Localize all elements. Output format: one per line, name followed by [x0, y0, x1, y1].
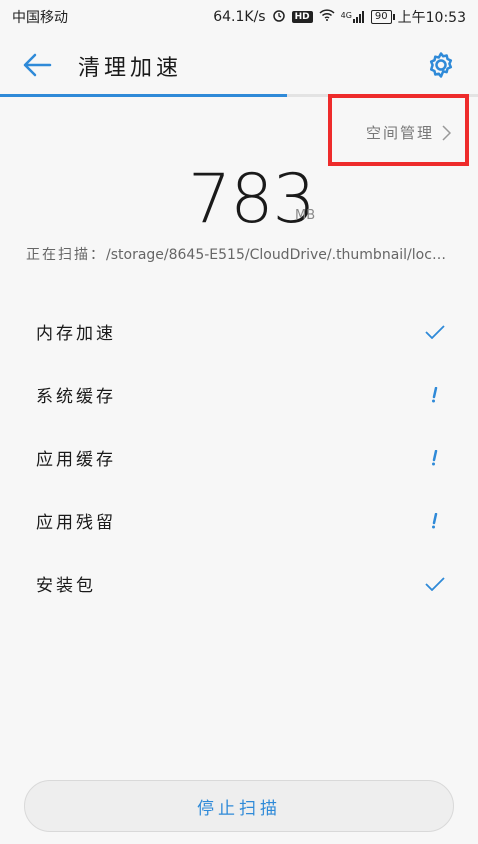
size-value: 783: [188, 160, 316, 239]
space-management-link[interactable]: 空间管理: [366, 122, 452, 143]
chevron-right-icon: [442, 124, 452, 141]
back-arrow-icon: [23, 53, 52, 77]
size-unit: MB: [295, 208, 316, 223]
list-item[interactable]: 应用缓存: [0, 426, 478, 489]
space-management-label: 空间管理: [366, 124, 435, 142]
cellular-signal-icon: 4G: [341, 11, 365, 23]
list-item[interactable]: 安装包: [0, 552, 478, 615]
cleanup-category-list: 内存加速 系统缓存 应用缓存 应用残留 安装包: [0, 300, 478, 615]
item-label: 安装包: [36, 576, 96, 596]
item-label: 内存加速: [36, 324, 116, 344]
settings-button[interactable]: [426, 50, 456, 80]
clock: 上午10:53: [397, 10, 466, 26]
hd-badge: HD: [291, 11, 313, 23]
check-icon: [424, 321, 446, 343]
item-label: 应用缓存: [36, 450, 116, 470]
network-type: 4G: [340, 11, 352, 20]
scan-label: 正在扫描：: [26, 247, 106, 263]
scan-progress-fill: [0, 94, 287, 97]
scanning-indicator-icon: [424, 384, 446, 406]
carrier-label: 中国移动: [12, 10, 68, 26]
item-label: 应用残留: [36, 513, 116, 533]
size-readout: 783 MB: [0, 160, 478, 240]
check-icon: [424, 573, 446, 595]
title-bar: 清理加速: [0, 40, 478, 90]
scan-path: /storage/8645-E515/CloudDrive/.thumbnail…: [106, 247, 454, 263]
list-item[interactable]: 内存加速: [0, 300, 478, 363]
scanning-indicator-icon: [424, 447, 446, 469]
list-item[interactable]: 应用残留: [0, 489, 478, 552]
gear-icon: [429, 52, 453, 78]
list-item[interactable]: 系统缓存: [0, 363, 478, 426]
battery-indicator: 90: [370, 10, 395, 24]
stop-scan-label: 停止扫描: [197, 798, 281, 819]
page-title: 清理加速: [78, 56, 183, 81]
stop-scan-button[interactable]: 停止扫描: [24, 780, 454, 832]
alarm-icon: [272, 8, 286, 26]
status-bar: 中国移动 64.1K/s HD 4G 90 上午10:53: [0, 0, 478, 34]
back-button[interactable]: [22, 52, 52, 78]
scan-status: 正在扫描：/storage/8645-E515/CloudDrive/.thum…: [26, 244, 454, 264]
wifi-icon: [319, 9, 335, 25]
status-indicators: 64.1K/s HD 4G 90 上午10:53: [213, 7, 466, 27]
network-speed: 64.1K/s: [213, 9, 266, 25]
item-label: 系统缓存: [36, 387, 116, 407]
scanning-indicator-icon: [424, 510, 446, 532]
